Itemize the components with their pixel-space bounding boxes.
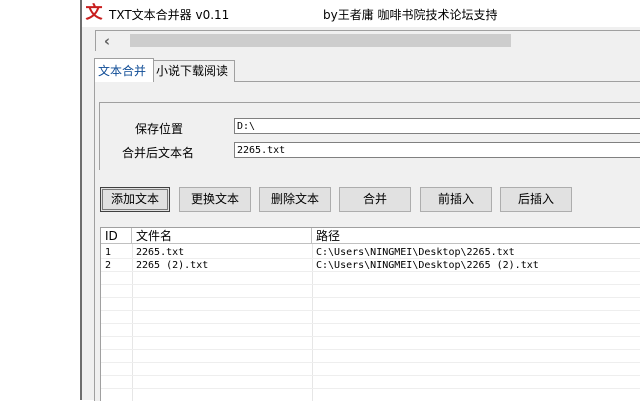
scrollbar-thumb[interactable]	[130, 34, 511, 47]
add-text-button[interactable]: 添加文本	[100, 187, 170, 212]
tab-novel-download[interactable]: 小说下载阅读	[152, 60, 235, 82]
row-gridline	[101, 375, 640, 376]
row-filename: 2265.txt	[136, 247, 185, 258]
replace-text-button[interactable]: 更换文本	[179, 187, 251, 212]
column-header-filename[interactable]: 文件名	[132, 228, 312, 244]
row-gridline	[101, 336, 640, 337]
window-subtitle: by王者庸 咖啡书院技术论坛支持	[323, 8, 498, 22]
row-gridline	[101, 362, 640, 363]
horizontal-scrollbar[interactable]: ‹	[95, 30, 640, 51]
row-path: C:\Users\NINGMEI\Desktop\2265 (2).txt	[316, 260, 539, 271]
column-header-id[interactable]: ID	[101, 228, 132, 244]
row-path: C:\Users\NINGMEI\Desktop\2265.txt	[316, 247, 515, 258]
file-list[interactable]: ID 文件名 路径 1 2265.txt C:\Users\NINGMEI\De…	[100, 227, 640, 401]
tab-text-merge[interactable]: 文本合并	[94, 58, 154, 82]
title-bar[interactable]: 文 TXT文本合并器 v0.11 by王者庸 咖啡书院技术论坛支持	[82, 0, 640, 27]
window-title: TXT文本合并器 v0.11	[109, 8, 230, 22]
row-id: 2	[105, 260, 112, 271]
row-gridline	[101, 310, 640, 311]
row-gridline	[101, 388, 640, 389]
row-gridline	[101, 297, 640, 298]
save-location-input[interactable]: D:\	[234, 118, 640, 134]
scroll-left-icon[interactable]: ‹	[99, 31, 115, 51]
insert-after-button[interactable]: 后插入	[500, 187, 572, 212]
row-gridline	[101, 349, 640, 350]
app-icon: 文	[85, 3, 103, 23]
app-window: 文 TXT文本合并器 v0.11 by王者庸 咖啡书院技术论坛支持 ‹ 文本合并…	[82, 0, 640, 401]
merge-button[interactable]: 合并	[339, 187, 411, 212]
output-name-label: 合并后文本名	[122, 146, 195, 160]
row-gridline	[101, 284, 640, 285]
save-location-label: 保存位置	[135, 122, 184, 136]
row-filename: 2265 (2).txt	[136, 260, 209, 271]
delete-text-button[interactable]: 删除文本	[259, 187, 331, 212]
row-gridline	[101, 323, 640, 324]
insert-before-button[interactable]: 前插入	[420, 187, 492, 212]
output-name-input[interactable]: 2265.txt	[234, 142, 640, 158]
row-id: 1	[105, 247, 112, 258]
column-header-path[interactable]: 路径	[312, 228, 640, 244]
